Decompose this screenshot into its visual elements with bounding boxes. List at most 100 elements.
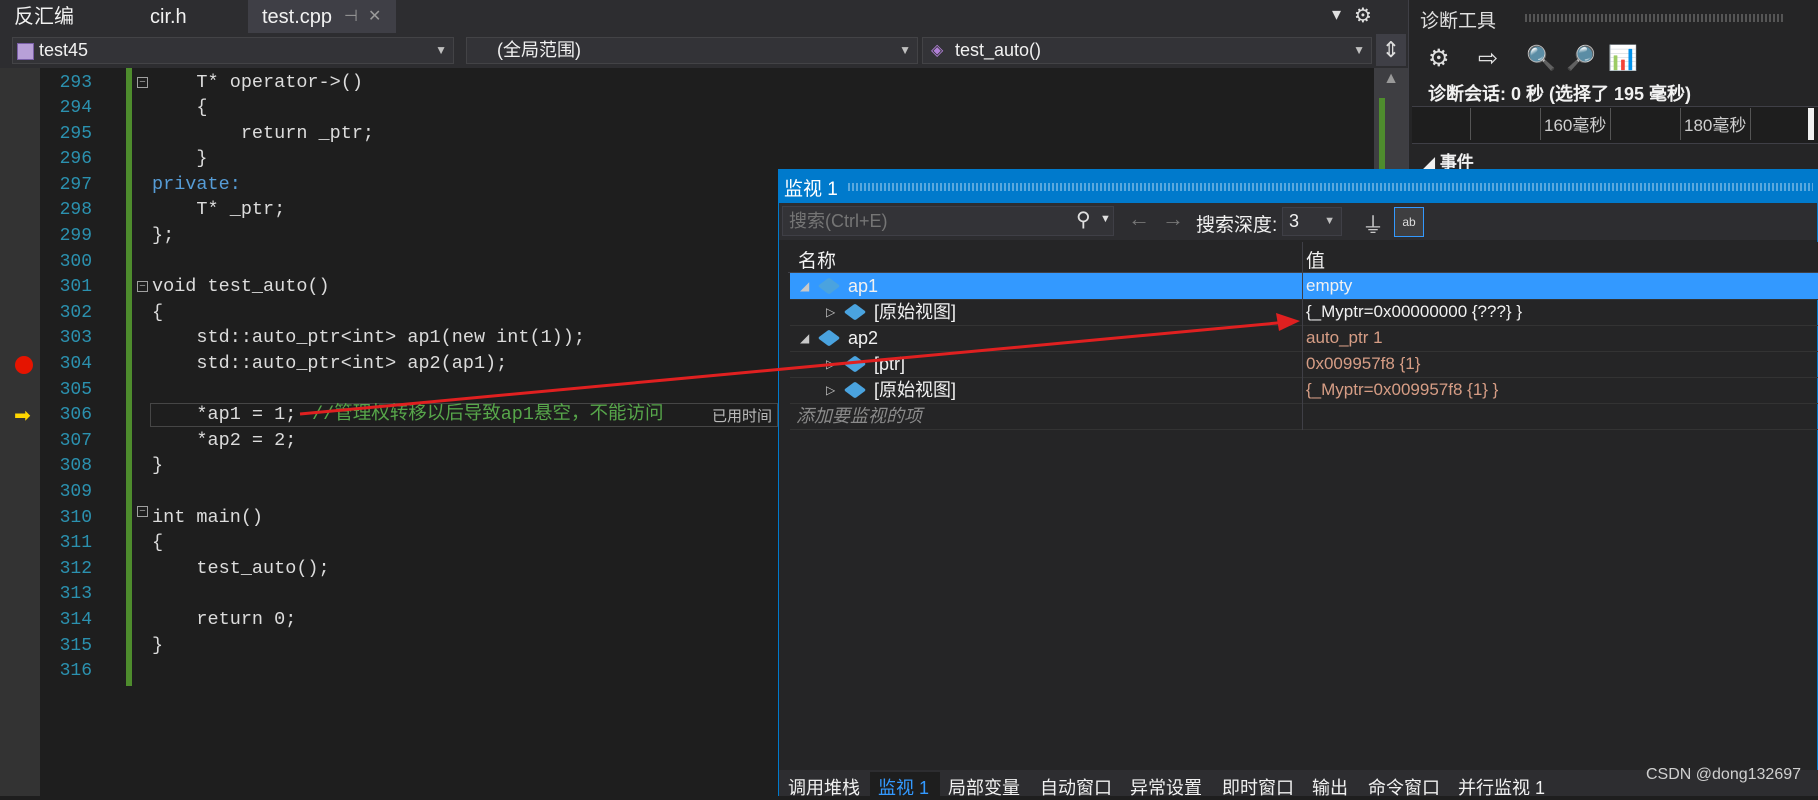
code-line[interactable]: std::auto_ptr<int> ap1(new int(1)); bbox=[152, 325, 585, 351]
navigation-bar: test45 ▼ (全局范围) ▼ ◈ test_auto() ▼ bbox=[0, 33, 1408, 68]
line-number: 312 bbox=[59, 559, 92, 579]
watch-value[interactable]: {_Myptr=0x00000000 {???} } bbox=[1306, 299, 1522, 325]
breakpoint-icon[interactable] bbox=[15, 356, 33, 374]
watch-value[interactable]: empty bbox=[1306, 273, 1352, 299]
tab-output[interactable]: 输出 bbox=[1312, 774, 1348, 800]
code-comment[interactable]: //管理权转移以后导致ap1悬空，不能访问 bbox=[312, 402, 664, 428]
tab-exception-settings[interactable]: 异常设置 bbox=[1130, 774, 1202, 800]
column-separator[interactable] bbox=[1302, 242, 1303, 430]
ruler-tick bbox=[1680, 108, 1681, 140]
code-line[interactable]: } bbox=[152, 146, 207, 172]
search-previous-icon[interactable]: ← bbox=[1128, 206, 1150, 232]
search-icon[interactable]: ⚲ bbox=[1076, 207, 1091, 232]
tab-cir-h[interactable]: cir.h bbox=[136, 0, 236, 33]
tab-disassembly[interactable]: 反汇编 bbox=[0, 0, 130, 33]
watch-value[interactable]: auto_ptr 1 bbox=[1306, 325, 1383, 351]
panel-grip[interactable] bbox=[1525, 14, 1785, 22]
line-number: 294 bbox=[59, 98, 92, 118]
elapsed-time-hint: 已用时间 bbox=[712, 408, 773, 425]
code-line[interactable]: int main() bbox=[152, 505, 263, 531]
code-line[interactable]: void test_auto() bbox=[152, 274, 330, 300]
variable-icon bbox=[843, 381, 867, 399]
tab-call-stack[interactable]: 调用堆栈 bbox=[788, 774, 860, 800]
tab-command[interactable]: 命令窗口 bbox=[1368, 774, 1440, 800]
watch-name: [原始视图] bbox=[874, 302, 957, 322]
pin-icon[interactable]: ⊣ bbox=[344, 0, 358, 34]
watch-search-input[interactable] bbox=[782, 206, 1114, 236]
watch-row-raw-view[interactable]: ▷ [原始视图] bbox=[790, 377, 1818, 404]
scroll-up-icon[interactable]: ▲ bbox=[1374, 70, 1408, 90]
tab-label: cir.h bbox=[150, 6, 187, 28]
search-depth-select[interactable]: 3 ▼ bbox=[1282, 207, 1342, 236]
timeline-ruler[interactable] bbox=[1412, 106, 1818, 144]
search-next-icon[interactable]: → bbox=[1162, 206, 1184, 232]
expand-triangle-icon[interactable]: ◢ bbox=[800, 325, 809, 351]
hex-display-toggle-icon[interactable]: ab bbox=[1394, 207, 1424, 237]
code-line[interactable]: *ap2 = 2; bbox=[152, 428, 296, 454]
tab-watch-1[interactable]: 监视 1 bbox=[878, 774, 929, 800]
line-number: 309 bbox=[59, 482, 92, 502]
code-line[interactable]: { bbox=[152, 530, 163, 556]
variable-icon bbox=[817, 329, 841, 347]
watch-name: ap2 bbox=[848, 328, 879, 348]
zoom-in-icon[interactable]: 🔍 bbox=[1526, 44, 1556, 73]
chevron-down-icon: ▼ bbox=[1324, 215, 1335, 227]
timeline-selection-marker[interactable] bbox=[1808, 108, 1814, 140]
scope-combo[interactable]: (全局范围) ▼ bbox=[466, 37, 918, 64]
tab-parallel-watch[interactable]: 并行监视 1 bbox=[1458, 774, 1545, 800]
expand-triangle-icon[interactable]: ◢ bbox=[800, 273, 809, 299]
collapse-icon[interactable]: − bbox=[137, 77, 148, 88]
code-line[interactable]: return 0; bbox=[152, 607, 296, 633]
line-number: 303 bbox=[59, 328, 92, 348]
watch-value[interactable]: {_Myptr=0x009957f8 {1} } bbox=[1306, 377, 1498, 403]
code-line[interactable]: T* operator->() bbox=[152, 70, 363, 96]
close-icon[interactable]: ✕ bbox=[368, 0, 381, 34]
watch-add-item-row[interactable]: 添加要监视的项 bbox=[790, 403, 1818, 430]
expand-triangle-icon[interactable]: ▷ bbox=[826, 377, 835, 403]
tab-overflow-dropdown-icon[interactable]: ▾ bbox=[1332, 4, 1341, 25]
code-line[interactable]: return _ptr; bbox=[152, 121, 374, 147]
line-number: 296 bbox=[59, 149, 92, 169]
tab-test-cpp[interactable]: test.cpp ⊣ ✕ bbox=[248, 0, 396, 33]
pin-filter-icon[interactable]: ⏚ bbox=[1362, 208, 1384, 240]
gear-icon[interactable]: ⚙ bbox=[1354, 3, 1372, 28]
code-line[interactable]: test_auto(); bbox=[152, 556, 329, 582]
collapse-icon[interactable]: − bbox=[137, 281, 148, 292]
watch-row-ap2[interactable]: ◢ ap2 bbox=[790, 325, 1818, 352]
line-number: 299 bbox=[59, 226, 92, 246]
export-icon[interactable]: ⇨ bbox=[1478, 44, 1498, 73]
code-line[interactable]: } bbox=[152, 453, 163, 479]
expand-triangle-icon[interactable]: ▷ bbox=[826, 299, 835, 325]
watch-row-raw-view[interactable]: ▷ [原始视图] bbox=[790, 299, 1818, 326]
collapse-icon[interactable]: − bbox=[137, 506, 148, 517]
project-combo[interactable]: test45 ▼ bbox=[12, 37, 454, 64]
code-line[interactable]: { bbox=[152, 95, 207, 121]
gear-icon[interactable]: ⚙ bbox=[1428, 44, 1450, 73]
split-window-button[interactable]: ⇕ bbox=[1376, 34, 1406, 66]
column-header-name[interactable]: 名称 bbox=[798, 246, 836, 273]
code-line[interactable]: } bbox=[152, 633, 163, 659]
code-line[interactable]: }; bbox=[152, 223, 174, 249]
member-combo[interactable]: ◈ test_auto() ▼ bbox=[922, 37, 1372, 64]
code-line[interactable]: private: bbox=[152, 172, 241, 198]
watch-value[interactable]: 0x009957f8 {1} bbox=[1306, 351, 1420, 377]
column-header-value[interactable]: 值 bbox=[1306, 246, 1325, 273]
code-line[interactable]: std::auto_ptr<int> ap2(ap1); bbox=[152, 351, 507, 377]
ruler-tick bbox=[1470, 108, 1471, 140]
code-line[interactable]: T* _ptr; bbox=[152, 197, 285, 223]
code-line[interactable]: { bbox=[152, 300, 163, 326]
watch-row-ap1[interactable]: ◢ ap1 bbox=[790, 273, 1818, 300]
tab-immediate[interactable]: 即时窗口 bbox=[1222, 774, 1294, 800]
tab-locals[interactable]: 局部变量 bbox=[948, 774, 1020, 800]
line-number: 315 bbox=[59, 636, 92, 656]
add-watch-placeholder[interactable]: 添加要监视的项 bbox=[796, 403, 922, 429]
tab-autos[interactable]: 自动窗口 bbox=[1040, 774, 1112, 800]
zoom-out-icon[interactable]: 🔎 bbox=[1566, 44, 1596, 73]
tab-label: 反汇编 bbox=[14, 6, 74, 28]
glyph-margin[interactable] bbox=[0, 68, 40, 796]
search-options-dropdown-icon[interactable]: ▼ bbox=[1100, 213, 1111, 225]
expand-triangle-icon[interactable]: ▷ bbox=[826, 351, 835, 377]
variable-icon bbox=[843, 303, 867, 321]
chart-icon[interactable]: 📊 bbox=[1608, 44, 1638, 73]
watch-row-ptr[interactable]: ▷ [ptr] bbox=[790, 351, 1818, 378]
